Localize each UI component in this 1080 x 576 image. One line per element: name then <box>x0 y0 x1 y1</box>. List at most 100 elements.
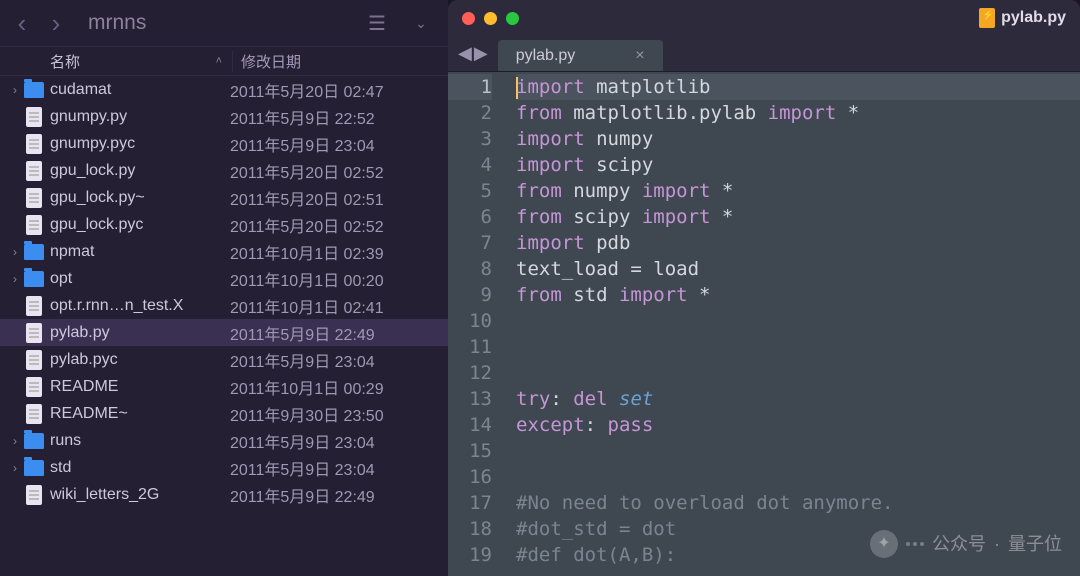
token-special: set <box>619 388 653 410</box>
code-editor-window: pylab.py ◀ ▶ pylab.py × 1234567891011121… <box>448 0 1080 576</box>
token-op: * <box>836 102 859 124</box>
code-line[interactable]: import pdb <box>516 230 1080 256</box>
code-line[interactable]: from std import * <box>516 282 1080 308</box>
file-name-label: runs <box>50 432 230 450</box>
code-area[interactable]: import matplotlibfrom matplotlib.pylab i… <box>504 72 1080 576</box>
disclosure-triangle-icon[interactable]: › <box>8 245 22 259</box>
token-comment: #dot_std = dot <box>516 518 676 540</box>
code-line[interactable]: text_load = load <box>516 256 1080 282</box>
token-kw-from: from <box>516 206 562 228</box>
code-line[interactable] <box>516 334 1080 360</box>
nav-back-icon[interactable]: ‹ <box>14 13 30 33</box>
line-number: 13 <box>448 386 492 412</box>
token-op: = <box>630 258 641 280</box>
file-name-label: gpu_lock.py~ <box>50 189 230 207</box>
column-header-modified[interactable]: 修改日期 <box>232 51 448 72</box>
code-line[interactable] <box>516 308 1080 334</box>
code-line[interactable] <box>516 360 1080 386</box>
column-name-label: 名称 <box>50 51 80 72</box>
editor-titlebar[interactable]: pylab.py <box>448 0 1080 36</box>
token-ident: text_load <box>516 258 630 280</box>
token-op: : <box>585 414 608 436</box>
code-line[interactable] <box>516 464 1080 490</box>
line-number: 2 <box>448 100 492 126</box>
file-icon <box>26 188 42 208</box>
token-kw-from: from <box>516 180 562 202</box>
list-view-icon[interactable]: ☰ <box>364 11 390 36</box>
file-row[interactable]: pylab.py2011年5月9日 22:49 <box>0 319 448 346</box>
file-icon <box>26 377 42 397</box>
sort-options-icon[interactable]: ⌄ <box>408 15 434 32</box>
file-row[interactable]: gpu_lock.py~2011年5月20日 02:51 <box>0 184 448 211</box>
file-row[interactable]: gpu_lock.py2011年5月20日 02:52 <box>0 157 448 184</box>
file-name-label: README~ <box>50 405 230 423</box>
file-name-label: gpu_lock.py <box>50 162 230 180</box>
code-line[interactable]: from scipy import * <box>516 204 1080 230</box>
token-kw-del: del <box>573 388 607 410</box>
zoom-window-icon[interactable] <box>506 12 519 25</box>
file-date-label: 2011年5月9日 23:04 <box>230 456 375 480</box>
token-kw-import: import <box>516 128 585 150</box>
line-number: 4 <box>448 152 492 178</box>
code-line[interactable]: import scipy <box>516 152 1080 178</box>
token-ident: numpy <box>562 180 642 202</box>
file-name-label: gnumpy.py <box>50 108 230 126</box>
file-date-label: 2011年5月9日 22:52 <box>230 105 375 129</box>
code-line[interactable]: try: del set <box>516 386 1080 412</box>
folder-icon <box>24 433 44 449</box>
code-line[interactable]: import matplotlib <box>516 74 1080 100</box>
file-row[interactable]: README2011年10月1日 00:29 <box>0 373 448 400</box>
token-kw-from: from <box>516 284 562 306</box>
token-kw-pass: pass <box>608 414 654 436</box>
editor-body[interactable]: 12345678910111213141516171819 import mat… <box>448 72 1080 576</box>
code-line[interactable]: from matplotlib.pylab import * <box>516 100 1080 126</box>
folder-row[interactable]: ›npmat2011年10月1日 02:39 <box>0 238 448 265</box>
token-ident: scipy <box>585 154 654 176</box>
folder-row[interactable]: ›cudamat2011年5月20日 02:47 <box>0 76 448 103</box>
file-row[interactable]: README~2011年9月30日 23:50 <box>0 400 448 427</box>
file-row[interactable]: opt.r.rnn…n_test.X2011年10月1日 02:41 <box>0 292 448 319</box>
editor-tab-active[interactable]: pylab.py × <box>498 40 663 71</box>
token-kw-try: try <box>516 388 550 410</box>
token-kw-import: import <box>619 284 688 306</box>
code-line[interactable]: #No need to overload dot anymore. <box>516 490 1080 516</box>
folder-row[interactable]: ›std2011年5月9日 23:04 <box>0 454 448 481</box>
file-name-label: wiki_letters_2G <box>50 486 230 504</box>
disclosure-triangle-icon[interactable]: › <box>8 461 22 475</box>
tab-next-icon[interactable]: ▶ <box>474 43 488 64</box>
editor-title-label: pylab.py <box>1001 9 1066 27</box>
file-name-label: gpu_lock.pyc <box>50 216 230 234</box>
minimize-window-icon[interactable] <box>484 12 497 25</box>
code-line[interactable] <box>516 438 1080 464</box>
file-row[interactable]: pylab.pyc2011年5月9日 23:04 <box>0 346 448 373</box>
folder-row[interactable]: ›runs2011年5月9日 23:04 <box>0 427 448 454</box>
folder-row[interactable]: ›opt2011年10月1日 00:20 <box>0 265 448 292</box>
column-header-name[interactable]: 名称 ˄ <box>50 51 232 72</box>
file-row[interactable]: gpu_lock.pyc2011年5月20日 02:52 <box>0 211 448 238</box>
tab-close-icon[interactable]: × <box>635 47 644 65</box>
code-line[interactable]: import numpy <box>516 126 1080 152</box>
line-number: 5 <box>448 178 492 204</box>
editor-title: pylab.py <box>979 8 1066 28</box>
wechat-icon: ✦ <box>870 530 898 558</box>
file-list[interactable]: ›cudamat2011年5月20日 02:47gnumpy.py2011年5月… <box>0 76 448 576</box>
window-controls <box>462 12 519 25</box>
token-ident: matplotlib.pylab <box>562 102 768 124</box>
folder-icon <box>24 244 44 260</box>
disclosure-triangle-icon[interactable]: › <box>8 272 22 286</box>
disclosure-triangle-icon[interactable]: › <box>8 434 22 448</box>
file-row[interactable]: gnumpy.py2011年5月9日 22:52 <box>0 103 448 130</box>
token-ident: scipy <box>562 206 642 228</box>
disclosure-triangle-icon[interactable]: › <box>8 83 22 97</box>
token-ident: numpy <box>585 128 654 150</box>
file-icon <box>26 134 42 154</box>
nav-forward-icon[interactable]: › <box>48 13 64 33</box>
code-line[interactable]: except: pass <box>516 412 1080 438</box>
code-line[interactable]: from numpy import * <box>516 178 1080 204</box>
file-row[interactable]: wiki_letters_2G2011年5月9日 22:49 <box>0 481 448 508</box>
file-name-label: pylab.pyc <box>50 351 230 369</box>
file-date-label: 2011年5月20日 02:51 <box>230 186 384 210</box>
file-row[interactable]: gnumpy.pyc2011年5月9日 23:04 <box>0 130 448 157</box>
tab-prev-icon[interactable]: ◀ <box>458 43 472 64</box>
close-window-icon[interactable] <box>462 12 475 25</box>
